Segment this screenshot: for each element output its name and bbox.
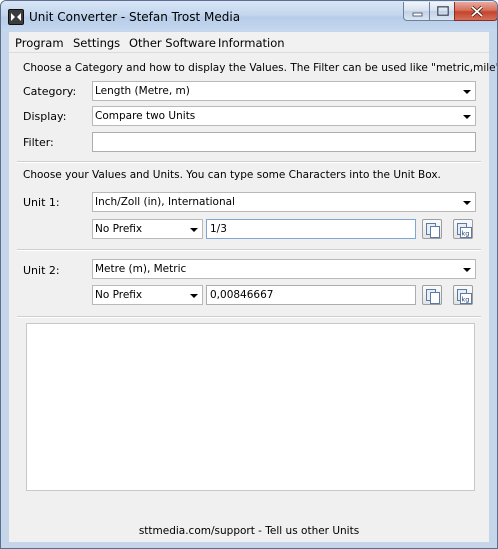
minimize-icon — [412, 12, 423, 17]
menu-other-software-label: Other Software — [129, 36, 217, 50]
unit2-value-input[interactable]: 0,00846667 — [206, 285, 416, 305]
chevron-down-icon — [463, 201, 471, 205]
main-panel: Choose a Category and how to display the… — [9, 53, 497, 542]
unit1-unit-value: Inch/Zoll (in), International — [95, 196, 235, 208]
chevron-down-icon — [190, 294, 198, 298]
category-instruction: Choose a Category and how to display the… — [23, 62, 498, 74]
menu-other-software[interactable]: Other Software — [129, 36, 216, 50]
unit1-weight-button[interactable]: kg — [453, 219, 473, 239]
minimize-button[interactable] — [403, 2, 430, 21]
menu-settings-label: Settings — [73, 36, 121, 50]
unit2-label: Unit 2: — [23, 264, 60, 277]
kg-label: kg — [462, 230, 470, 238]
unit1-label: Unit 1: — [23, 196, 60, 209]
unit1-value-input[interactable]: 1/3 — [206, 219, 416, 239]
unit2-copy-button[interactable] — [422, 285, 442, 305]
display-label: Display: — [23, 110, 67, 123]
copy-icon — [426, 223, 440, 238]
maximize-button[interactable] — [429, 2, 455, 21]
unit2-prefix-select[interactable]: No Prefix — [92, 285, 203, 305]
unit1-amount-value: 1/3 — [210, 223, 227, 235]
unit2-unit-value: Metre (m), Metric — [95, 263, 187, 275]
divider — [17, 249, 481, 251]
divider — [17, 161, 481, 163]
support-link[interactable]: sttmedia.com/support - Tell us other Uni… — [9, 525, 489, 537]
maximize-icon — [437, 6, 449, 16]
copy-icon — [426, 289, 440, 304]
title-bar[interactable]: Unit Converter - Stefan Trost Media — [1, 1, 497, 31]
menu-information[interactable]: Information — [218, 36, 285, 50]
menu-information-label: Information — [218, 36, 285, 50]
app-icon[interactable] — [8, 9, 24, 25]
display-value: Compare two Units — [95, 110, 196, 122]
display-select[interactable]: Compare two Units — [92, 106, 476, 126]
divider — [17, 316, 481, 318]
chevron-down-icon — [190, 228, 198, 232]
unit1-unit-select[interactable]: Inch/Zoll (in), International — [92, 192, 476, 212]
category-label: Category: — [23, 85, 77, 98]
units-instruction: Choose your Values and Units. You can ty… — [23, 169, 441, 181]
category-select[interactable]: Length (Metre, m) — [92, 81, 476, 101]
filter-input[interactable] — [92, 132, 476, 152]
close-button[interactable] — [454, 2, 497, 21]
unit1-prefix-value: No Prefix — [95, 223, 143, 235]
weight-kg-icon: kg — [457, 289, 472, 304]
menu-bar: Program Settings Other Software Informat… — [9, 32, 489, 53]
unit2-unit-select[interactable]: Metre (m), Metric — [92, 259, 476, 279]
close-icon — [470, 5, 484, 18]
filter-label: Filter: — [23, 136, 54, 149]
unit2-weight-button[interactable]: kg — [453, 285, 473, 305]
app-window: Unit Converter - Stefan Trost Media Prog… — [0, 0, 498, 549]
chevron-down-icon — [463, 268, 471, 272]
unit1-copy-button[interactable] — [422, 219, 442, 239]
kg-label: kg — [462, 296, 470, 304]
menu-program-label: Program — [15, 36, 64, 50]
unit2-amount-value: 0,00846667 — [210, 289, 274, 301]
unit1-prefix-select[interactable]: No Prefix — [92, 219, 203, 239]
chevron-down-icon — [463, 90, 471, 94]
result-area[interactable] — [26, 323, 475, 491]
menu-program[interactable]: Program — [15, 36, 64, 50]
weight-kg-icon: kg — [457, 223, 472, 238]
window-title: Unit Converter - Stefan Trost Media — [29, 10, 241, 24]
chevron-down-icon — [463, 115, 471, 119]
category-value: Length (Metre, m) — [95, 85, 190, 97]
unit2-prefix-value: No Prefix — [95, 289, 143, 301]
menu-settings[interactable]: Settings — [73, 36, 120, 50]
